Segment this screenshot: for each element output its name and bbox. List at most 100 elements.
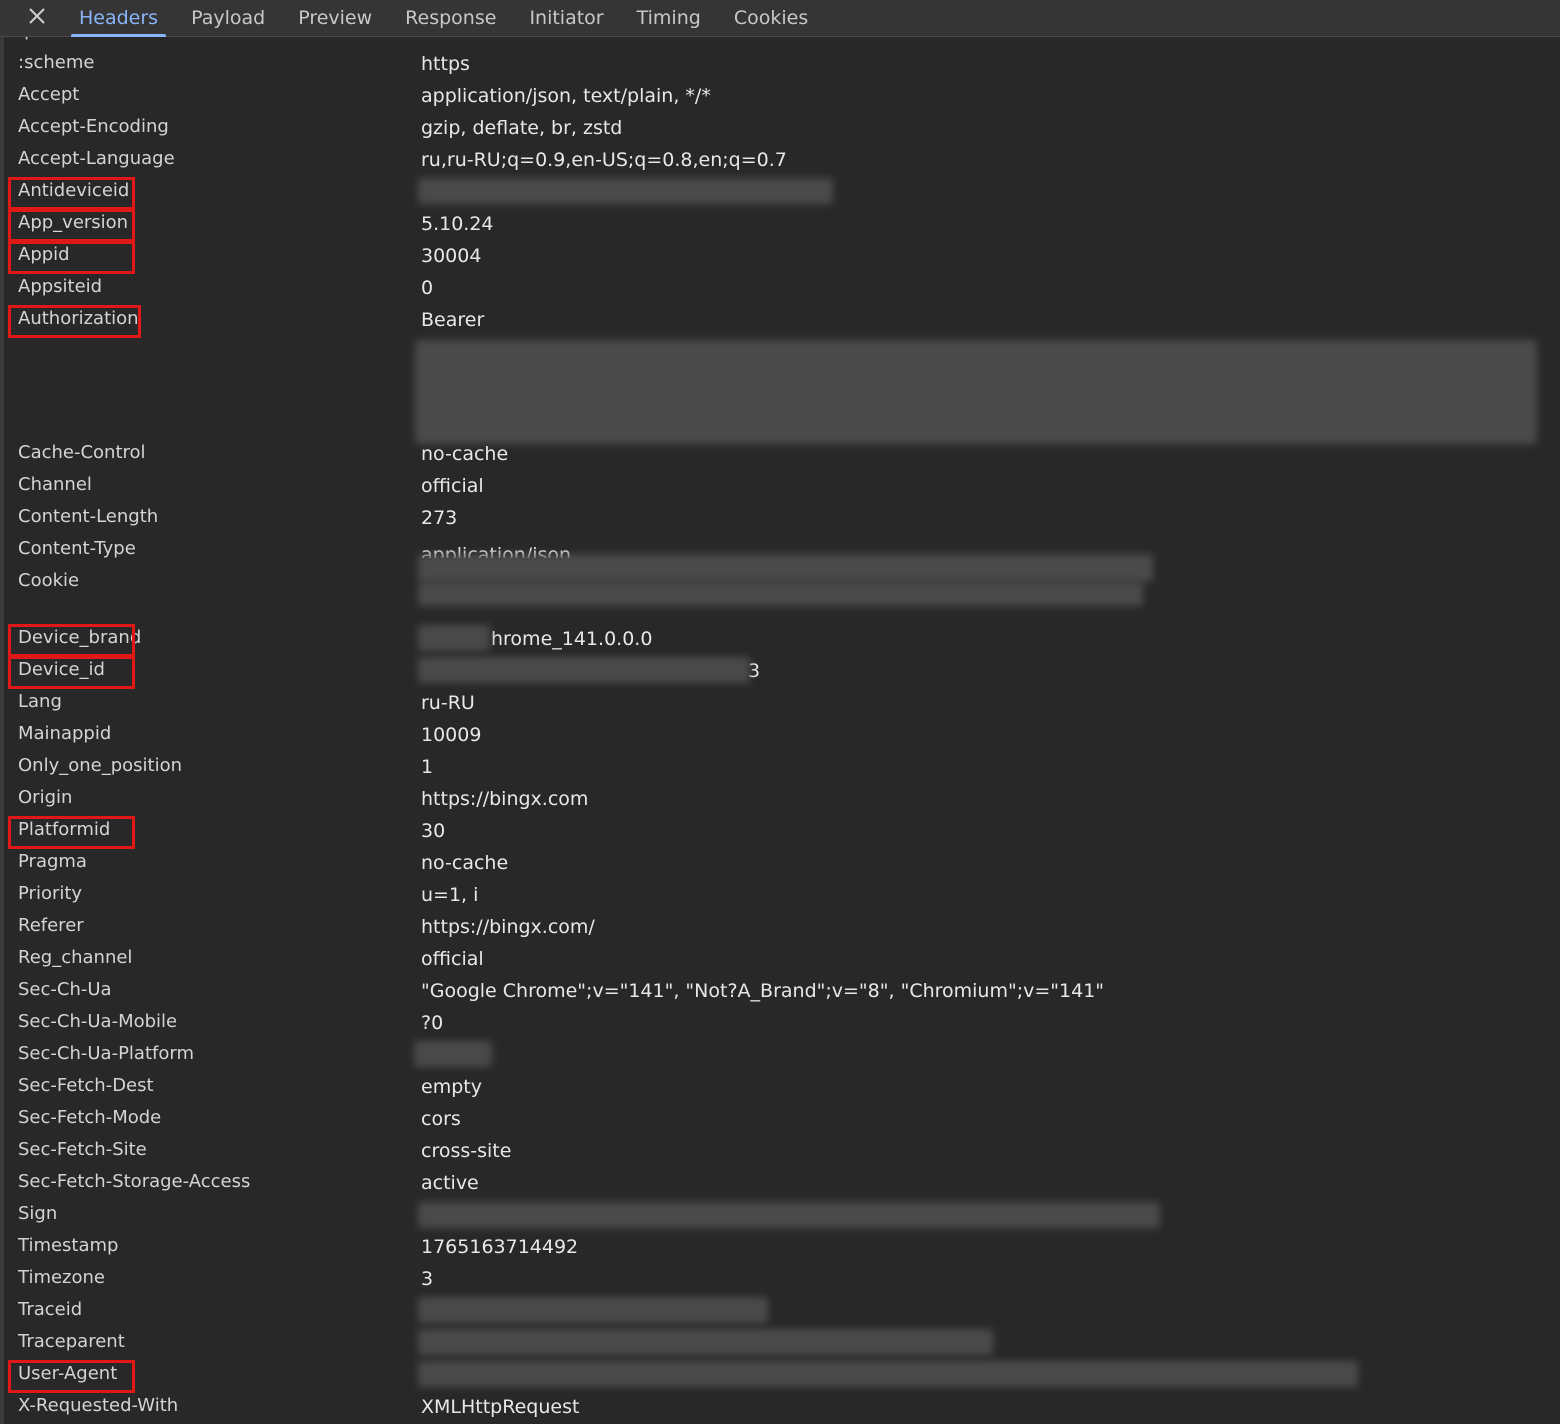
header-name[interactable]: Appid (18, 244, 70, 265)
header-name[interactable]: Content-Type (18, 538, 136, 559)
header-name[interactable]: Antideviceid (18, 180, 129, 201)
header-value[interactable]: 30004 (421, 245, 481, 267)
header-name[interactable]: Appsiteid (18, 276, 102, 297)
header-row: Sec-Fetch-Site cross-site (0, 1135, 1560, 1167)
header-name[interactable]: Traceparent (18, 1331, 125, 1352)
header-value[interactable]: u=1, i (421, 884, 478, 906)
header-name[interactable]: Channel (18, 474, 92, 495)
header-value[interactable]: 3 (421, 1268, 433, 1290)
header-name[interactable]: Device_id (18, 659, 105, 680)
header-value[interactable]: ?0 (421, 1012, 443, 1034)
header-name[interactable]: Origin (18, 787, 72, 808)
header-row: :path/api/swap/v1/proxy/trade/order/plac… (0, 37, 1560, 48)
header-value[interactable]: no-cache (421, 443, 508, 465)
header-row: :scheme https (0, 48, 1560, 80)
header-value[interactable]: 10009 (421, 724, 481, 746)
header-value[interactable]: gzip, deflate, br, zstd (421, 117, 622, 139)
header-name[interactable]: Pragma (18, 851, 87, 872)
header-name[interactable]: Platformid (18, 819, 110, 840)
header-name[interactable]: Sec-Fetch-Dest (18, 1075, 154, 1096)
header-value[interactable]: ru,ru-RU;q=0.9,en-US;q=0.8,en;q=0.7 (421, 149, 787, 171)
tab-preview[interactable]: Preview (282, 0, 388, 36)
header-value[interactable]: active (421, 1172, 479, 1194)
header-value[interactable]: 1765163714492 (421, 1236, 578, 1258)
header-row: Device_brand hrome_141.0.0.0 (0, 623, 1560, 657)
header-name[interactable]: Mainappid (18, 723, 111, 744)
header-name[interactable]: Sign (18, 1203, 57, 1224)
header-row: Origin https://bingx.com (0, 783, 1560, 815)
header-name[interactable]: Accept-Language (18, 148, 175, 169)
header-name[interactable]: Sec-Fetch-Mode (18, 1107, 161, 1128)
header-name[interactable]: X-Requested-With (18, 1395, 178, 1416)
header-row: Accept-Language ru,ru-RU;q=0.9,en-US;q=0.… (0, 144, 1560, 176)
header-value[interactable]: application/json, text/plain, */* (421, 85, 711, 107)
header-name[interactable]: Authorization (18, 308, 139, 329)
tab-headers[interactable]: Headers (63, 0, 174, 37)
header-name[interactable]: Sec-Ch-Ua-Mobile (18, 1011, 177, 1032)
header-row: Mainappid 10009 (0, 719, 1560, 751)
header-row: Content-Length 273 (0, 502, 1560, 534)
header-name[interactable]: Sec-Ch-Ua-Platform (18, 1043, 194, 1064)
header-row: App_version 5.10.24 (0, 208, 1560, 242)
redacted-value-blur (418, 582, 1143, 606)
header-name[interactable]: :path (18, 37, 65, 41)
header-name[interactable]: App_version (18, 212, 128, 233)
header-row: Appid 30004 (0, 240, 1560, 274)
header-value[interactable]: "Google Chrome";v="141", "Not?A_Brand";v… (421, 980, 1104, 1002)
header-name[interactable]: Timezone (18, 1267, 105, 1288)
header-value[interactable]: 30 (421, 820, 445, 842)
header-value[interactable]: https (421, 53, 470, 75)
redacted-value-blur (418, 1361, 1358, 1387)
header-value[interactable]: empty (421, 1076, 482, 1098)
redacted-value-blur (418, 1329, 993, 1355)
header-row: Appsiteid 0 (0, 272, 1560, 304)
header-name[interactable]: :scheme (18, 52, 94, 73)
header-row: Traceid (0, 1295, 1560, 1327)
header-value[interactable]: official (421, 948, 484, 970)
header-name[interactable]: Cache-Control (18, 442, 146, 463)
header-row: Antideviceid (0, 176, 1560, 210)
tab-cookies[interactable]: Cookies (718, 0, 824, 36)
header-value[interactable]: official (421, 475, 484, 497)
header-name[interactable]: Sec-Fetch-Site (18, 1139, 147, 1160)
header-value[interactable]: no-cache (421, 852, 508, 874)
header-value[interactable]: 1 (421, 756, 433, 778)
header-name[interactable]: Lang (18, 691, 62, 712)
header-value[interactable]: 273 (421, 507, 457, 529)
header-value[interactable]: XMLHttpRequest (421, 1396, 579, 1418)
header-value[interactable]: 5.10.24 (421, 213, 494, 235)
header-value[interactable]: ru-RU (421, 692, 475, 714)
header-name[interactable]: Accept (18, 84, 79, 105)
header-name[interactable]: Device_brand (18, 627, 141, 648)
header-name[interactable]: Accept-Encoding (18, 116, 169, 137)
header-row: Timezone 3 (0, 1263, 1560, 1295)
header-name[interactable]: Referer (18, 915, 84, 936)
header-row: X-Requested-With XMLHttpRequest (0, 1391, 1560, 1423)
header-row: Cookie (0, 554, 1560, 623)
header-name[interactable]: Priority (18, 883, 82, 904)
header-value[interactable]: cors (421, 1108, 461, 1130)
header-name[interactable]: Sec-Ch-Ua (18, 979, 112, 1000)
header-value[interactable]: Bearer (421, 309, 484, 331)
header-name[interactable]: Sec-Fetch-Storage-Access (18, 1171, 250, 1192)
tab-response[interactable]: Response (389, 0, 512, 36)
header-value[interactable]: https://bingx.com/ (421, 916, 595, 938)
tab-timing[interactable]: Timing (621, 0, 717, 36)
tab-initiator[interactable]: Initiator (513, 0, 619, 36)
close-button[interactable] (19, 0, 55, 36)
header-value[interactable]: cross-site (421, 1140, 511, 1162)
header-name[interactable]: Reg_channel (18, 947, 132, 968)
header-name[interactable]: Traceid (18, 1299, 82, 1320)
header-name[interactable]: Cookie (18, 570, 79, 591)
header-name[interactable]: User-Agent (18, 1363, 117, 1384)
header-value[interactable]: hrome_141.0.0.0 (491, 628, 652, 650)
header-row: Traceparent (0, 1327, 1560, 1359)
header-value[interactable]: https://bingx.com (421, 788, 588, 810)
tab-payload[interactable]: Payload (175, 0, 281, 36)
header-name[interactable]: Content-Length (18, 506, 158, 527)
header-name[interactable]: Only_one_position (18, 755, 182, 776)
devtools-tab-bar: Headers Payload Preview Response Initiat… (0, 0, 1560, 37)
header-name[interactable]: Timestamp (18, 1235, 118, 1256)
redacted-value-blur (418, 554, 1153, 582)
header-value[interactable]: 0 (421, 277, 433, 299)
